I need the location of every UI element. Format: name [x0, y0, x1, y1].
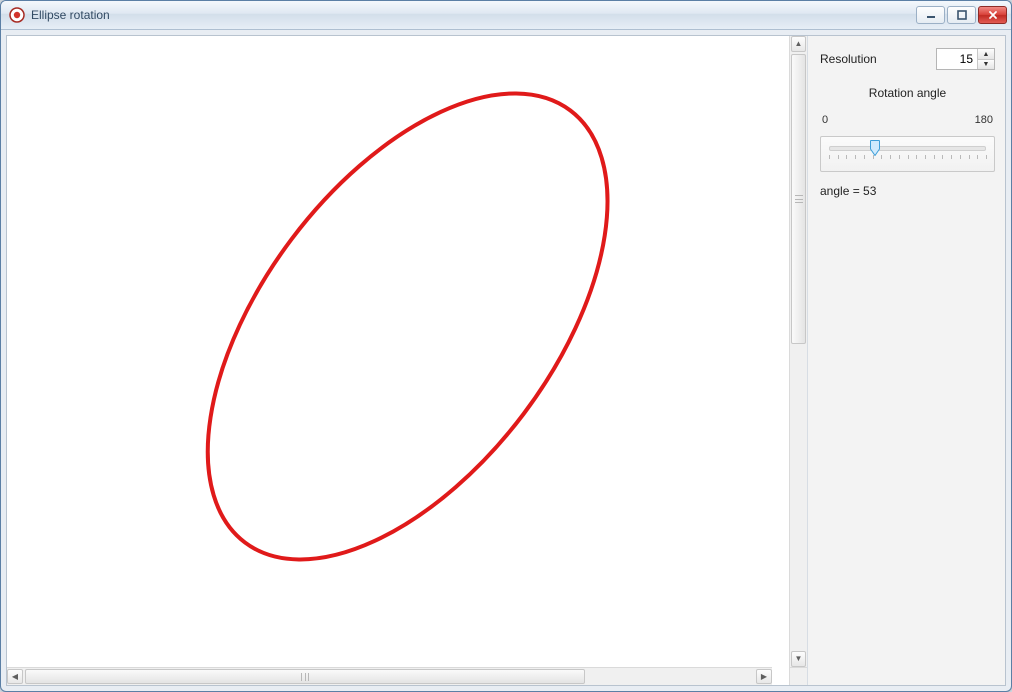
resolution-spinbox[interactable]: ▲ ▼ — [936, 48, 995, 70]
vertical-scrollbar[interactable]: ▲ ▼ — [789, 36, 807, 667]
resolution-step-up[interactable]: ▲ — [978, 49, 994, 59]
slider-min-label: 0 — [822, 114, 828, 126]
scroll-left-button[interactable]: ◀ — [7, 669, 23, 684]
resolution-step-down[interactable]: ▼ — [978, 59, 994, 69]
resolution-input[interactable] — [937, 49, 977, 69]
slider-rail — [829, 146, 986, 151]
window-title: Ellipse rotation — [31, 8, 914, 22]
maximize-button[interactable] — [947, 6, 976, 24]
resolution-label: Resolution — [820, 52, 877, 66]
slider-range-labels: 0 180 — [820, 114, 995, 126]
rotation-section-title: Rotation angle — [820, 86, 995, 104]
titlebar[interactable]: Ellipse rotation — [1, 1, 1011, 30]
scroll-right-button[interactable]: ▶ — [756, 669, 772, 684]
slider-handle[interactable] — [870, 140, 880, 156]
canvas-pane: ▲ ▼ ◀ ▶ — [7, 36, 807, 685]
angle-readout-value: 53 — [863, 184, 876, 198]
app-icon — [9, 7, 25, 23]
scroll-corner — [789, 667, 807, 685]
drawing-canvas[interactable] — [7, 36, 789, 667]
close-button[interactable] — [978, 6, 1007, 24]
scroll-up-button[interactable]: ▲ — [791, 36, 806, 52]
client-area: ▲ ▼ ◀ ▶ — [6, 35, 1006, 686]
window-controls — [914, 6, 1009, 24]
scroll-down-button[interactable]: ▼ — [791, 651, 806, 667]
rotation-slider[interactable] — [820, 136, 995, 172]
app-window: Ellipse rotation — [0, 0, 1012, 692]
resolution-row: Resolution ▲ ▼ — [820, 48, 995, 70]
angle-readout: angle = 53 — [820, 184, 995, 198]
slider-max-label: 180 — [975, 114, 993, 126]
vertical-scroll-thumb[interactable] — [791, 54, 806, 344]
horizontal-scroll-thumb[interactable] — [25, 669, 585, 684]
minimize-button[interactable] — [916, 6, 945, 24]
angle-readout-prefix: angle = — [820, 184, 863, 198]
horizontal-scrollbar[interactable]: ◀ ▶ — [7, 667, 772, 685]
side-panel: Resolution ▲ ▼ Rotation angle 0 180 — [807, 36, 1005, 685]
slider-ticks — [829, 155, 986, 161]
